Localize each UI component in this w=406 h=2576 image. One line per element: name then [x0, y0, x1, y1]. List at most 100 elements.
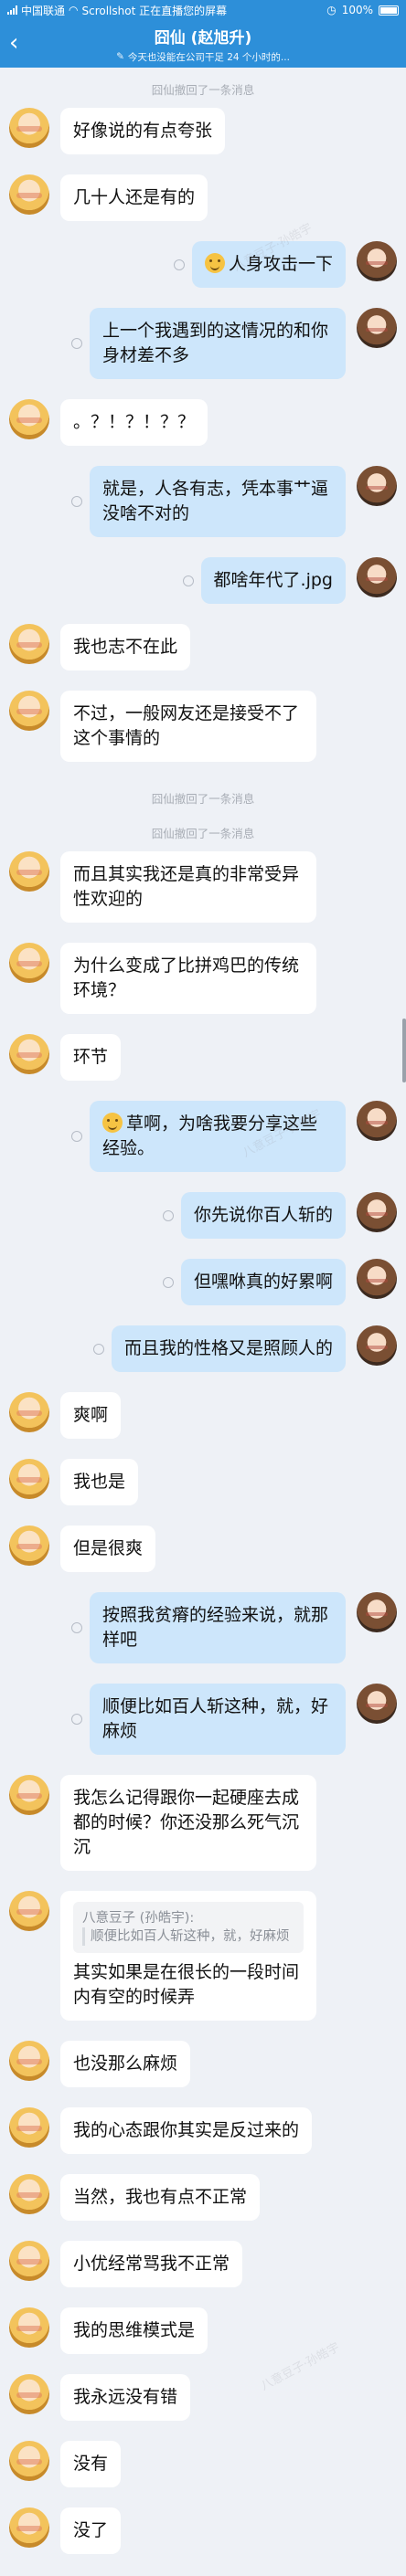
read-receipt-icon [162, 1209, 174, 1221]
self-avatar[interactable] [357, 1684, 397, 1724]
contact-avatar[interactable] [9, 691, 49, 731]
contact-avatar[interactable] [9, 2507, 49, 2548]
message-bubble[interactable]: 几十人还是有的 [60, 174, 208, 221]
contact-avatar[interactable] [9, 1526, 49, 1566]
message-bubble[interactable]: 为什么变成了比拼鸡巴的传统环境？ [60, 943, 316, 1014]
message-bubble[interactable]: 顺便比如百人斩这种，就，好麻烦 [90, 1684, 346, 1755]
message-bubble[interactable]: 都啥年代了.jpg [200, 557, 346, 604]
message-text: 。？！？！？？ [73, 412, 196, 432]
contact-avatar[interactable] [9, 1459, 49, 1499]
message-bubble[interactable]: 环节 [60, 1034, 122, 1081]
message-bubble[interactable]: 草啊，为啥我要分享这些经验。 [90, 1101, 346, 1172]
message-text: 爽啊 [73, 1405, 109, 1425]
message-row: 我的思维模式是 [0, 2307, 406, 2354]
message-bubble[interactable]: 我也是 [60, 1459, 139, 1505]
contact-avatar[interactable] [9, 2241, 49, 2281]
message-row: 我的心态跟你其实是反过来的 [0, 2107, 406, 2154]
message-row: 。？！？！？？ [0, 399, 406, 446]
message-row: 我也志不在此 [0, 624, 406, 670]
message-bubble[interactable]: 当然，我也有点不正常 [60, 2174, 261, 2221]
self-avatar[interactable] [357, 466, 397, 506]
contact-avatar[interactable] [9, 174, 49, 215]
reply-quote[interactable]: 八意豆子 (孙皓宇): 顺便比如百人斩这种，就，好麻烦 [73, 1902, 304, 1953]
message-text: 但嘿咻真的好累啊 [193, 1272, 333, 1292]
message-bubble[interactable]: 不过，一般网友还是接受不了这个事情的 [60, 691, 316, 762]
contact-avatar[interactable] [9, 399, 49, 439]
message-row: 几十人还是有的 [0, 174, 406, 221]
contact-avatar[interactable] [9, 108, 49, 148]
message-text: 就是，人各有志，凭本事艹逼没啥不对的 [102, 479, 329, 523]
signal-icon [7, 5, 17, 15]
read-receipt-icon [92, 1343, 104, 1355]
message-row: 没了 [0, 2507, 406, 2554]
message-row: 而且其实我还是真的非常受异性欢迎的 [0, 851, 406, 923]
chat-title[interactable]: 囧仙 (赵旭升) [155, 25, 251, 48]
back-chevron-icon[interactable]: ‹ [9, 31, 18, 55]
contact-avatar[interactable] [9, 624, 49, 664]
message-row: 而且我的性格又是照顾人的 [0, 1325, 406, 1372]
contact-avatar[interactable] [9, 2374, 49, 2414]
message-bubble[interactable]: 我也志不在此 [60, 624, 191, 670]
message-bubble[interactable]: 就是，人各有志，凭本事艹逼没啥不对的 [90, 466, 346, 537]
message-row: 好像说的有点夸张 [0, 108, 406, 154]
message-bubble[interactable]: 按照我贫瘠的经验来说，就那样吧 [90, 1592, 346, 1663]
message-bubble[interactable]: 没了 [60, 2507, 122, 2554]
message-bubble[interactable]: 而且其实我还是真的非常受异性欢迎的 [60, 851, 316, 923]
contact-avatar[interactable] [9, 943, 49, 983]
message-bubble[interactable]: 但嘿咻真的好累啊 [180, 1259, 346, 1305]
self-avatar[interactable] [357, 1192, 397, 1232]
self-avatar[interactable] [357, 1259, 397, 1299]
message-row: 没有 [0, 2441, 406, 2487]
self-avatar[interactable] [357, 1101, 397, 1141]
battery-icon [379, 5, 399, 16]
message-bubble[interactable]: 爽啊 [60, 1392, 122, 1439]
message-bubble[interactable]: 。？！？！？？ [60, 399, 208, 446]
message-bubble[interactable]: 我的心态跟你其实是反过来的 [60, 2107, 313, 2154]
contact-avatar[interactable] [9, 2307, 49, 2348]
message-text: 环节 [73, 1047, 109, 1067]
message-row: 但嘿咻真的好累啊 [0, 1259, 406, 1305]
contact-avatar[interactable] [9, 1891, 49, 1931]
contact-avatar[interactable] [9, 2441, 49, 2481]
contact-avatar[interactable] [9, 1034, 49, 1074]
message-bubble[interactable]: 我怎么记得跟你一起硬座去成都的时候？你还没那么死气沉沉 [60, 1775, 316, 1871]
message-bubble[interactable]: 上一个我遇到的这情况的和你身材差不多 [90, 308, 346, 379]
message-row: 人身攻击一下 [0, 241, 406, 288]
message-row: 上一个我遇到的这情况的和你身材差不多 [0, 308, 406, 379]
contact-avatar[interactable] [9, 2107, 49, 2148]
self-avatar[interactable] [357, 241, 397, 281]
message-text: 没有 [73, 2454, 109, 2474]
contact-avatar[interactable] [9, 1392, 49, 1432]
message-row: 小优经常骂我不正常 [0, 2241, 406, 2287]
recall-notice: 囧仙撤回了一条消息 [151, 83, 255, 97]
message-bubble[interactable]: 没有 [60, 2441, 122, 2487]
contact-avatar[interactable] [9, 2174, 49, 2214]
message-bubble[interactable]: 我永远没有错 [60, 2374, 191, 2421]
message-bubble[interactable]: 好像说的有点夸张 [60, 108, 226, 154]
message-text: 我也是 [73, 1472, 126, 1492]
read-receipt-icon [71, 1622, 82, 1633]
quote-text: 顺便比如百人斩这种，就，好麻烦 [82, 1927, 294, 1946]
message-bubble[interactable]: 而且我的性格又是照顾人的 [111, 1325, 346, 1372]
scrollbar-thumb[interactable] [402, 1019, 406, 1082]
message-bubble[interactable]: 但是很爽 [60, 1526, 156, 1572]
self-avatar[interactable] [357, 557, 397, 597]
message-bubble[interactable]: 小优经常骂我不正常 [60, 2241, 243, 2287]
message-bubble[interactable]: 也没那么麻烦 [60, 2041, 191, 2087]
read-receipt-icon [173, 259, 185, 270]
message-bubble[interactable]: 你先说你百人斩的 [180, 1192, 346, 1239]
message-list[interactable]: 囧仙撤回了一条消息好像说的有点夸张 几十人还是有的人身攻击一下上一个我遇到的这情况… [0, 68, 406, 2554]
message-bubble[interactable]: 我的思维模式是 [60, 2307, 208, 2354]
self-avatar[interactable] [357, 308, 397, 348]
contact-avatar[interactable] [9, 1775, 49, 1815]
self-avatar[interactable] [357, 1592, 397, 1632]
contact-avatar[interactable] [9, 2041, 49, 2081]
message-bubble[interactable]: 人身攻击一下 [191, 241, 346, 288]
message-text: 为什么变成了比拼鸡巴的传统环境？ [73, 955, 300, 1000]
message-text: 我也志不在此 [73, 637, 178, 657]
battery-label: 100% [341, 4, 373, 16]
contact-avatar[interactable] [9, 851, 49, 892]
message-bubble[interactable]: 八意豆子 (孙皓宇): 顺便比如百人斩这种，就，好麻烦 其实如果是在很长的一段时间内… [60, 1891, 316, 2021]
self-avatar[interactable] [357, 1325, 397, 1366]
message-row: 顺便比如百人斩这种，就，好麻烦 [0, 1684, 406, 1755]
